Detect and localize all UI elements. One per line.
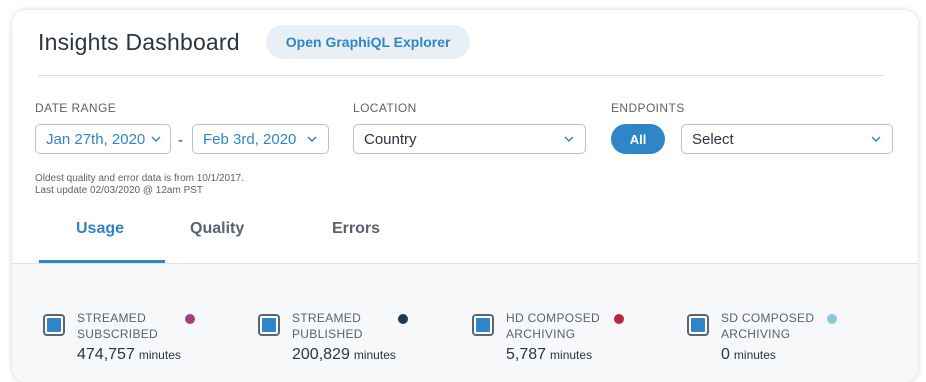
series-color-dot	[185, 314, 195, 324]
header-divider	[38, 75, 883, 76]
stat-value: 200,829 minutes	[292, 346, 396, 363]
usage-stats: STREAMED SUBSCRIBED 474,757 minutes STREA…	[12, 264, 918, 382]
open-graphiql-explorer-button[interactable]: Open GraphiQL Explorer	[265, 25, 471, 59]
all-endpoints-button[interactable]: All	[611, 124, 665, 154]
tab-bar: Usage Quality Errors	[12, 206, 918, 264]
location-label: LOCATION	[353, 101, 417, 115]
checkbox-icon[interactable]	[258, 314, 280, 336]
checkbox-icon[interactable]	[472, 314, 494, 336]
series-color-dot	[614, 314, 624, 324]
stat-sd-composed-archiving: SD COMPOSED ARCHIVING 0 minutes	[687, 310, 887, 370]
location-value: Country	[364, 130, 417, 148]
chevron-down-icon	[151, 133, 161, 145]
end-date-value: Feb 3rd, 2020	[203, 130, 297, 148]
endpoints-label: ENDPOINTS	[611, 101, 685, 115]
end-date-select[interactable]: Feb 3rd, 2020	[192, 124, 329, 154]
chevron-down-icon	[563, 133, 575, 145]
location-select[interactable]: Country	[353, 124, 586, 154]
endpoints-select[interactable]: Select	[681, 124, 893, 154]
stat-value: 0 minutes	[721, 346, 776, 363]
chevron-down-icon	[306, 133, 318, 145]
stat-label: STREAMED SUBSCRIBED	[77, 311, 159, 341]
tab-quality[interactable]: Quality	[190, 220, 244, 238]
stat-label: SD COMPOSED ARCHIVING	[721, 311, 815, 341]
endpoints-select-value: Select	[692, 130, 734, 148]
date-range-label: DATE RANGE	[35, 101, 117, 115]
stat-value: 5,787 minutes	[506, 346, 593, 363]
stat-value: 474,757 minutes	[77, 346, 181, 363]
page-title: Insights Dashboard	[38, 28, 240, 55]
note-last-update: Last update 02/03/2020 @ 12am PST	[35, 185, 204, 196]
date-range-separator: -	[178, 132, 183, 149]
stat-hd-composed-archiving: HD COMPOSED ARCHIVING 5,787 minutes	[472, 310, 672, 370]
tab-usage[interactable]: Usage	[76, 220, 124, 238]
start-date-value: Jan 27th, 2020	[46, 130, 146, 148]
checkbox-icon[interactable]	[687, 314, 709, 336]
header: Insights Dashboard Open GraphiQL Explore…	[38, 24, 471, 60]
series-color-dot	[827, 314, 837, 324]
checkbox-icon[interactable]	[43, 314, 65, 336]
stat-streamed-subscribed: STREAMED SUBSCRIBED 474,757 minutes	[43, 310, 243, 370]
data-availability-note: Oldest quality and error data is from 10…	[35, 173, 244, 197]
stat-label: STREAMED PUBLISHED	[292, 311, 363, 341]
stat-streamed-published: STREAMED PUBLISHED 200,829 minutes	[258, 310, 458, 370]
note-oldest-data: Oldest quality and error data is from 10…	[35, 173, 245, 184]
insights-card: Insights Dashboard Open GraphiQL Explore…	[12, 10, 918, 382]
stat-label: HD COMPOSED ARCHIVING	[506, 311, 600, 341]
chevron-down-icon	[870, 133, 882, 145]
tab-errors[interactable]: Errors	[332, 220, 380, 238]
series-color-dot	[398, 314, 408, 324]
start-date-select[interactable]: Jan 27th, 2020	[35, 124, 171, 154]
